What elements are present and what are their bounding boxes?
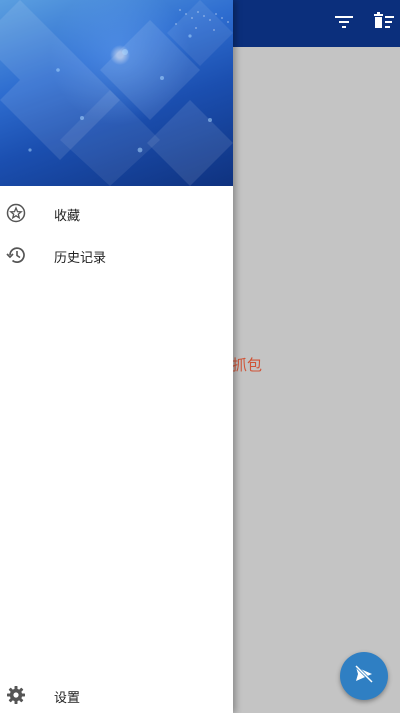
nav-item-history[interactable]: 历史记录 xyxy=(0,236,233,276)
navigation-drawer: 收藏 历史记录 设置 xyxy=(0,0,233,713)
filter-button[interactable] xyxy=(332,11,356,35)
send-off-icon xyxy=(353,663,375,689)
start-capture-fab[interactable] xyxy=(340,652,388,700)
clear-button[interactable] xyxy=(372,11,396,35)
history-icon xyxy=(5,244,27,266)
filter-icon xyxy=(335,14,353,33)
gear-icon xyxy=(5,684,27,706)
nav-item-label: 历史记录 xyxy=(54,251,107,266)
nav-item-settings[interactable]: 设置 xyxy=(0,676,233,713)
nav-item-label: 设置 xyxy=(54,691,81,706)
delete-sweep-icon xyxy=(373,12,395,34)
drawer-header-image xyxy=(0,0,233,186)
tech-pattern xyxy=(0,0,233,186)
nav-item-favorites[interactable]: 收藏 xyxy=(0,194,233,234)
nav-item-label: 收藏 xyxy=(54,209,81,224)
star-outline-icon xyxy=(5,202,27,224)
